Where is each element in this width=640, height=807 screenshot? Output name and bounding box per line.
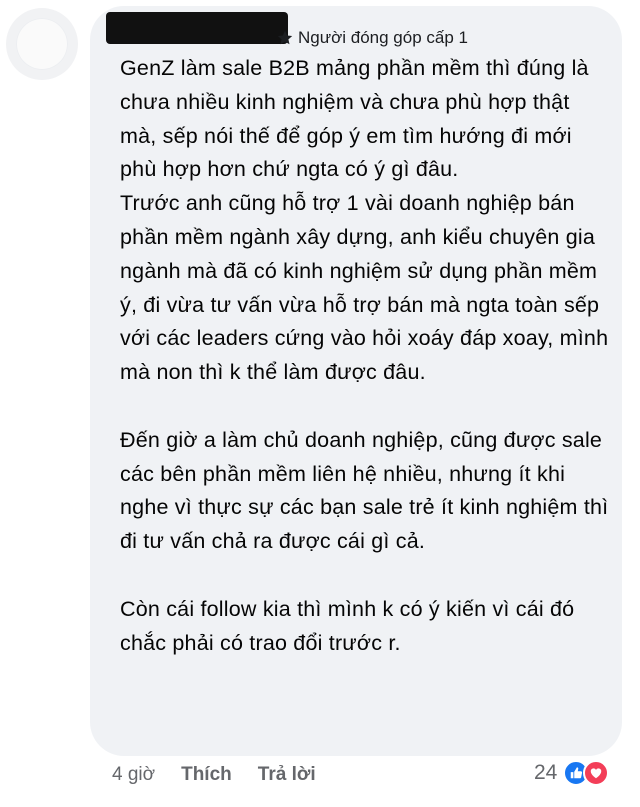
avatar-image [16, 18, 68, 70]
reactions-summary[interactable]: 24 [534, 760, 610, 786]
comment-paragraph: Còn cái follow kia thì mình k có ý kiến … [120, 596, 581, 655]
comment-paragraph: Trước anh cũng hỗ trợ 1 vài doanh nghiệp… [120, 191, 609, 385]
reaction-count: 24 [534, 761, 558, 784]
avatar[interactable] [6, 8, 78, 80]
comment-text: GenZ làm sale B2B mảng phần mềm thì đúng… [120, 52, 610, 660]
reply-button[interactable]: Trả lời [258, 764, 316, 786]
contributor-badge[interactable]: Người đóng góp cấp 1 [276, 28, 468, 48]
reaction-icons [563, 760, 610, 786]
comment-paragraph: Đến giờ a làm chủ doanh nghiệp, cũng đượ… [120, 427, 609, 554]
redacted-author-name [106, 12, 288, 44]
timestamp[interactable]: 4 giờ [112, 764, 155, 786]
badge-label: Người đóng góp cấp 1 [298, 28, 468, 47]
star-icon [277, 30, 293, 45]
love-icon [583, 760, 610, 786]
like-button[interactable]: Thích [181, 764, 232, 786]
comment-paragraph: GenZ làm sale B2B mảng phần mềm thì đúng… [120, 56, 595, 182]
comment-actions: 4 giờ Thích Trả lời [112, 764, 316, 786]
